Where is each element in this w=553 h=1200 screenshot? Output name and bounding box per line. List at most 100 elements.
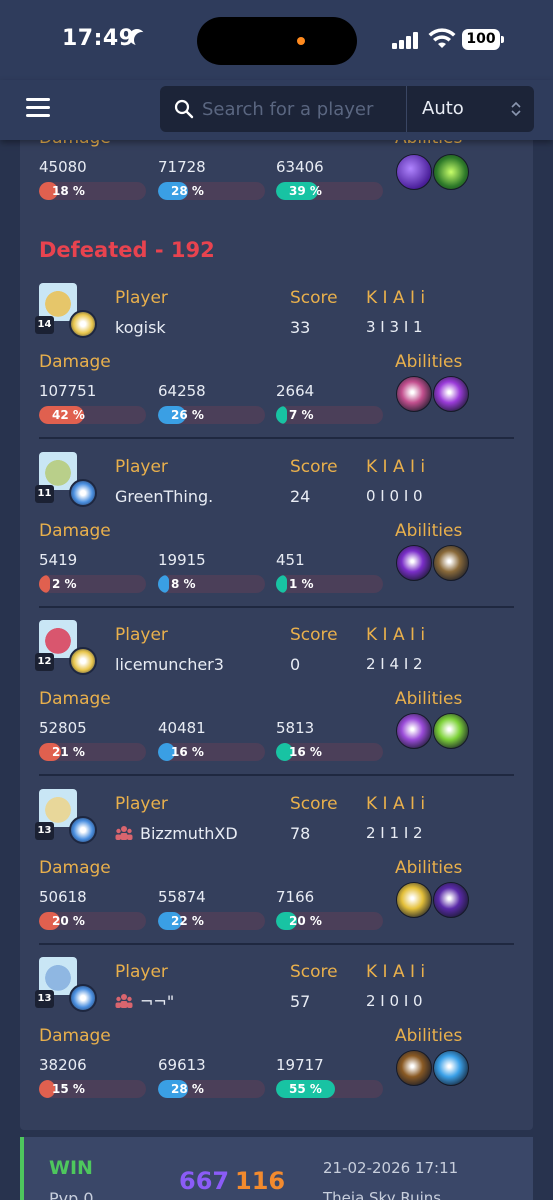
bar-percent: 42 %	[52, 408, 85, 422]
player-name[interactable]: GreenThing.	[115, 487, 213, 506]
bar-percent: 55 %	[289, 1082, 322, 1096]
held-item-icon	[69, 310, 97, 338]
score-label: Score	[290, 794, 338, 814]
damage-dealt-bar: 20 %	[39, 912, 146, 930]
bar-percent: 28 %	[171, 184, 204, 198]
team-purple-score: 667	[179, 1167, 230, 1195]
ability-icon	[433, 545, 469, 581]
mode-select-value: Auto	[422, 98, 464, 119]
damage-dealt-value: 38206	[39, 1056, 87, 1074]
ability-purple-icon	[396, 154, 432, 190]
damage-taken-bar: 28 %	[158, 182, 265, 200]
player-kai: 0 I 0 I 0	[366, 487, 423, 505]
status-bar: 17:49 100	[0, 0, 553, 80]
battery-icon: 100	[462, 29, 504, 50]
match-date: 21-02-2026 17:11	[323, 1159, 459, 1177]
bar-percent: 20 %	[289, 914, 322, 928]
damage-label: Damage	[39, 858, 111, 878]
player-name[interactable]: kogisk	[115, 318, 166, 337]
ability-icon	[396, 376, 432, 412]
ability-icon	[396, 713, 432, 749]
player-score: 33	[290, 318, 311, 337]
damage-dealt-bar: 15 %	[39, 1080, 146, 1098]
held-item-icon	[69, 479, 97, 507]
level-badge: 14	[35, 316, 54, 334]
top-navbar: Auto	[0, 80, 553, 140]
damage-taken-value: 71728	[158, 158, 206, 176]
ability-icon	[433, 376, 469, 412]
damage-taken-value: 40481	[158, 719, 206, 737]
kai-label: K I A I i	[366, 457, 426, 477]
damage-taken-value: 55874	[158, 888, 206, 906]
match-result: WIN	[49, 1157, 93, 1179]
recording-dot-icon	[297, 37, 305, 45]
ability-icon	[396, 882, 432, 918]
status-time: 17:49	[62, 26, 135, 51]
held-item-icon	[69, 647, 97, 675]
kai-label: K I A I i	[366, 288, 426, 308]
damage-taken-value: 19915	[158, 551, 206, 569]
bar-percent: 39 %	[289, 184, 322, 198]
search-bar: Auto	[160, 86, 534, 132]
damage-taken-bar: 26 %	[158, 406, 265, 424]
bar-percent: 22 %	[171, 914, 204, 928]
bar-percent: 16 %	[171, 745, 204, 759]
player-score: 24	[290, 487, 311, 506]
damage-dealt-value: 5419	[39, 551, 78, 569]
damage-taken-bar: 22 %	[158, 912, 265, 930]
bar-percent: 16 %	[289, 745, 322, 759]
damage-dealt-value: 45080	[39, 158, 87, 176]
ability-icon	[396, 545, 432, 581]
ability-green-icon	[433, 154, 469, 190]
ability-icon	[396, 1050, 432, 1086]
kai-label: K I A I i	[366, 794, 426, 814]
healing-value: 19717	[276, 1056, 324, 1074]
bar-percent: 7 %	[289, 408, 314, 422]
damage-dealt-bar: 42 %	[39, 406, 146, 424]
row-divider	[39, 606, 514, 608]
player-name[interactable]: licemuncher3	[115, 655, 224, 674]
abilities-label: Abilities	[395, 1026, 463, 1046]
player-name[interactable]: ¬¬"	[140, 992, 174, 1011]
level-badge: 12	[35, 653, 54, 671]
damage-taken-bar: 8 %	[158, 575, 265, 593]
search-divider	[406, 86, 407, 132]
abilities-label: Abilities	[395, 352, 463, 372]
match-summary-card[interactable]: WIN Pvp 0 667 116 21-02-2026 17:11 Theia…	[20, 1137, 533, 1200]
healing-value: 451	[276, 551, 305, 569]
player-name[interactable]: BizzmuthXD	[140, 824, 238, 843]
search-input[interactable]	[202, 86, 402, 132]
bar-percent: 28 %	[171, 1082, 204, 1096]
mode-select[interactable]: Auto	[422, 86, 532, 132]
party-icon	[115, 826, 133, 840]
damage-label: Damage	[39, 1026, 111, 1046]
player-label: Player	[115, 625, 168, 645]
match-mode: Pvp 0	[49, 1189, 94, 1200]
search-icon	[174, 99, 194, 119]
damage-dealt-bar: 21 %	[39, 743, 146, 761]
abilities-label: Abilities	[395, 858, 463, 878]
healing-bar: 1 %	[276, 575, 383, 593]
match-map: Theia Sky Ruins	[323, 1189, 442, 1200]
held-item-icon	[69, 816, 97, 844]
level-badge: 13	[35, 990, 54, 1008]
damage-dealt-value: 50618	[39, 888, 87, 906]
bar-percent: 1 %	[289, 577, 314, 591]
damage-taken-value: 64258	[158, 382, 206, 400]
held-item-icon	[69, 984, 97, 1012]
bar-percent: 8 %	[171, 577, 196, 591]
level-badge: 13	[35, 822, 54, 840]
menu-icon[interactable]	[26, 98, 50, 118]
damage-label: Damage	[39, 352, 111, 372]
player-label: Player	[115, 288, 168, 308]
score-label: Score	[290, 457, 338, 477]
bar-percent: 26 %	[171, 408, 204, 422]
damage-taken-bar: 28 %	[158, 1080, 265, 1098]
dynamic-island	[197, 17, 357, 65]
chevron-updown-icon	[511, 101, 521, 117]
damage-label: Damage	[39, 521, 111, 541]
score-label: Score	[290, 962, 338, 982]
moon-icon	[134, 32, 150, 48]
defeated-team-title: Defeated - 192	[39, 238, 215, 262]
bar-percent: 20 %	[52, 914, 85, 928]
